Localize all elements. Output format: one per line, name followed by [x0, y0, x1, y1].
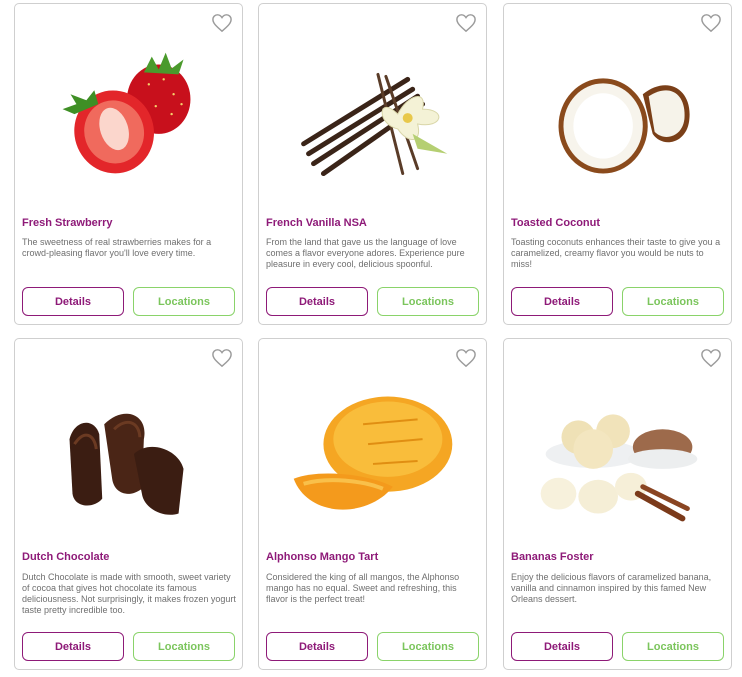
flavor-description: Considered the king of all mangos, the A…	[266, 572, 460, 604]
flavor-title: Fresh Strawberry	[22, 217, 113, 229]
flavor-title: Toasted Coconut	[511, 217, 601, 229]
heart-icon[interactable]	[700, 348, 722, 368]
heart-icon[interactable]	[455, 348, 477, 368]
heart-icon[interactable]	[211, 348, 233, 368]
flavor-image-vanilla	[301, 72, 448, 177]
locations-button[interactable]: Locations	[377, 287, 479, 316]
locations-button[interactable]: Locations	[377, 632, 479, 661]
details-button[interactable]: Details	[511, 287, 613, 316]
locations-button[interactable]: Locations	[133, 632, 235, 661]
heart-icon[interactable]	[211, 13, 233, 33]
flavor-card: Alphonso Mango Tart Considered the king …	[258, 338, 487, 670]
flavor-card: Dutch Chocolate Dutch Chocolate is made …	[14, 338, 243, 670]
flavor-image-strawberry	[62, 52, 191, 174]
flavor-description: Dutch Chocolate is made with smooth, swe…	[22, 572, 236, 615]
flavor-title: Dutch Chocolate	[22, 551, 110, 563]
flavor-image-bananas	[540, 414, 698, 522]
flavor-description: The sweetness of real strawberries makes…	[22, 237, 212, 258]
locations-button[interactable]: Locations	[622, 632, 724, 661]
flavor-image-mango	[293, 396, 453, 510]
flavor-card: Toasted Coconut Toasting coconuts enhanc…	[503, 3, 732, 325]
flavor-image-coconut	[558, 78, 690, 174]
details-button[interactable]: Details	[266, 632, 368, 661]
flavor-card: French Vanilla NSA From the land that ga…	[258, 3, 487, 325]
flavor-title: Alphonso Mango Tart	[266, 551, 379, 563]
flavor-image-chocolate	[69, 413, 184, 515]
flavor-description: Enjoy the delicious flavors of carameliz…	[511, 572, 712, 604]
flavor-description: From the land that gave us the language …	[266, 237, 465, 269]
heart-icon[interactable]	[455, 13, 477, 33]
locations-button[interactable]: Locations	[622, 287, 724, 316]
details-button[interactable]: Details	[22, 287, 124, 316]
flavor-title: Bananas Foster	[511, 551, 594, 563]
flavor-title: French Vanilla NSA	[266, 217, 367, 229]
details-button[interactable]: Details	[22, 632, 124, 661]
details-button[interactable]: Details	[266, 287, 368, 316]
flavor-card: Fresh Strawberry The sweetness of real s…	[14, 3, 243, 325]
flavor-card: Bananas Foster Enjoy the delicious flavo…	[503, 338, 732, 670]
details-button[interactable]: Details	[511, 632, 613, 661]
locations-button[interactable]: Locations	[133, 287, 235, 316]
flavor-description: Toasting coconuts enhances their taste t…	[511, 237, 721, 269]
heart-icon[interactable]	[700, 13, 722, 33]
